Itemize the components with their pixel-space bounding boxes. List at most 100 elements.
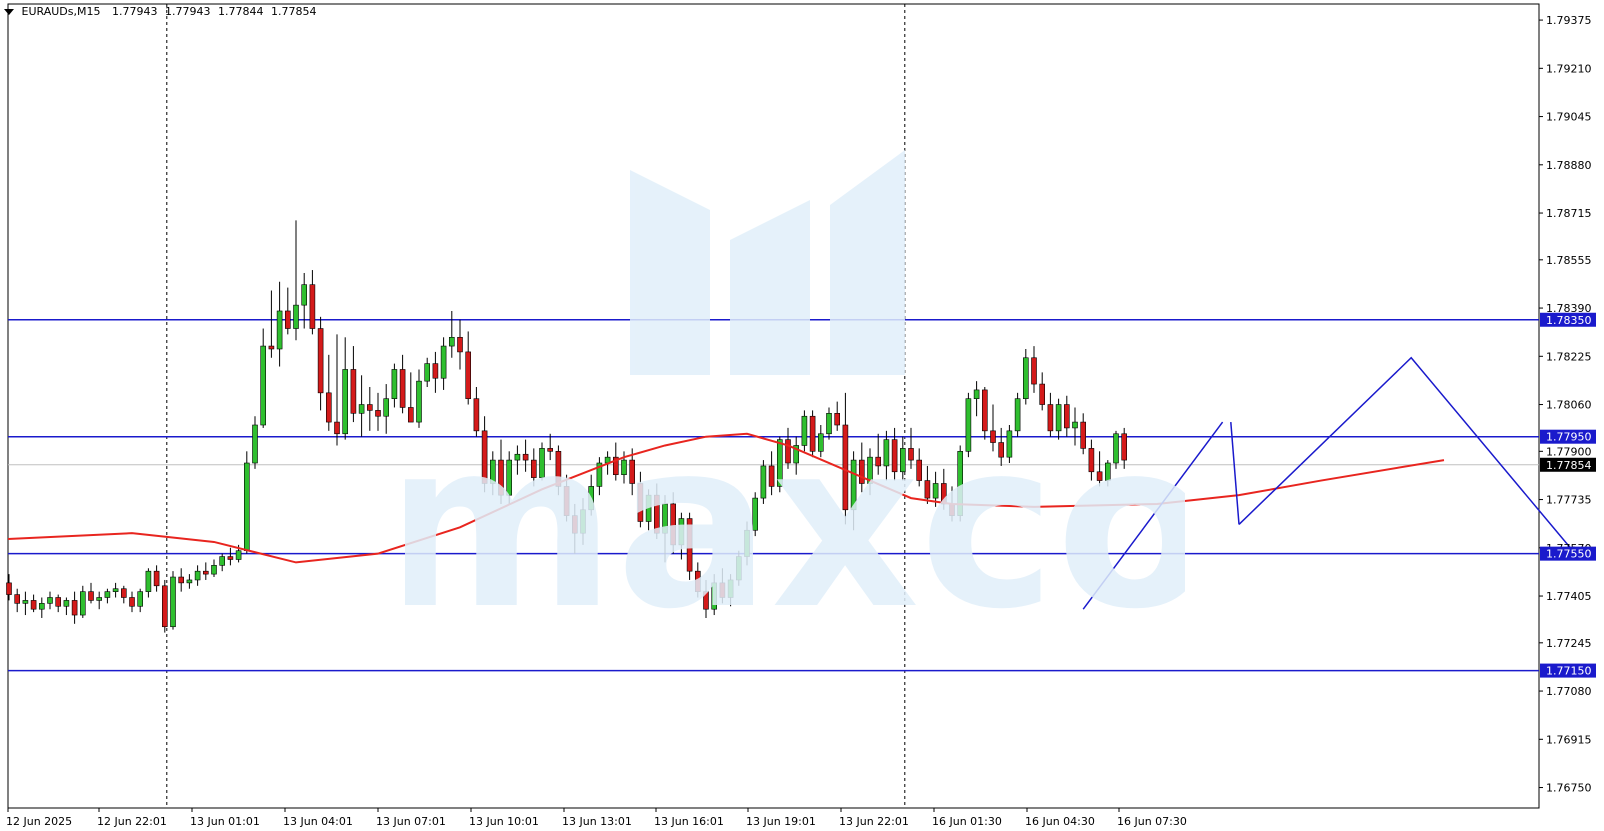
bear-candle (571, 515, 578, 534)
collapse-triangle-icon[interactable] (4, 9, 14, 15)
bull-candle (219, 556, 225, 566)
bull-candle (506, 459, 513, 496)
bull-candle (424, 363, 431, 382)
bull-candle (744, 529, 750, 557)
x-tick-label: 13 Jun 22:01 (839, 815, 909, 828)
bear-candle (949, 503, 955, 516)
bull-candle (137, 591, 143, 607)
bull-candle (383, 398, 390, 417)
bear-candle (875, 456, 882, 467)
bear-candle (940, 483, 947, 505)
bull-candle (883, 439, 890, 467)
ohlc-close: 1.77854 (270, 5, 317, 18)
bear-candle (473, 398, 480, 432)
symbol-label: EURAUDs,M15 (21, 5, 101, 18)
bull-candle (244, 462, 250, 552)
bull-candle (1072, 421, 1078, 429)
bull-candle (514, 453, 521, 461)
bull-candle (817, 433, 824, 452)
bull-candle (293, 304, 299, 329)
bear-candle (858, 459, 865, 484)
bear-candle (375, 410, 381, 417)
bear-candle (317, 328, 324, 394)
bear-candle (309, 284, 316, 329)
bear-candle (227, 556, 234, 560)
bear-candle (990, 430, 996, 443)
bull-candle (621, 459, 627, 476)
bear-candle (719, 582, 726, 598)
bear-candle (924, 480, 931, 499)
ohlc-high: 1.77943 (164, 5, 211, 18)
bear-candle (88, 591, 94, 601)
bear-candle (1047, 404, 1054, 432)
y-tick-label: 1.78060 (1546, 399, 1592, 412)
bull-candle (416, 380, 422, 423)
bull-candle (1022, 357, 1029, 399)
bull-candle (47, 597, 53, 604)
bear-candle (653, 494, 660, 534)
bear-candle (1121, 433, 1127, 461)
bear-candle (547, 448, 554, 452)
bull-candle (96, 597, 102, 601)
bull-candle (1014, 398, 1021, 432)
bear-candle (891, 439, 898, 473)
bull-candle (727, 579, 734, 598)
bear-candle (530, 459, 537, 478)
bear-candle (457, 336, 463, 353)
bull-candle (580, 509, 586, 534)
level-badge-label: 1.78350 (1546, 314, 1592, 327)
bull-candle (662, 503, 668, 534)
x-tick-label: 13 Jun 07:01 (376, 815, 446, 828)
bear-candle (6, 582, 12, 595)
bear-candle (1031, 357, 1037, 385)
bear-candle (325, 392, 332, 423)
bear-candle (1096, 471, 1103, 481)
y-tick-label: 1.76750 (1546, 782, 1592, 795)
y-tick-label: 1.79045 (1546, 111, 1592, 124)
bull-candle (391, 369, 398, 399)
bear-candle (178, 576, 184, 584)
bull-candle (145, 570, 152, 592)
bull-candle (358, 404, 365, 414)
bull-candle (38, 603, 45, 610)
x-tick-label: 12 Jun 2025 (6, 815, 72, 828)
bull-candle (1055, 404, 1062, 432)
bear-candle (121, 588, 127, 598)
bull-candle (440, 345, 447, 379)
bear-candle (1039, 383, 1045, 405)
bull-candle (235, 550, 242, 560)
y-tick-label: 1.77245 (1546, 637, 1592, 650)
bull-candle (301, 284, 308, 306)
bull-candle (194, 570, 201, 581)
bear-candle (637, 483, 644, 522)
bear-candle (981, 389, 988, 432)
bull-candle (276, 310, 283, 350)
x-tick-label: 13 Jun 04:01 (283, 815, 353, 828)
bear-candle (407, 407, 414, 423)
x-tick-label: 13 Jun 10:01 (469, 815, 539, 828)
bear-candle (162, 585, 168, 628)
bull-candle (1105, 462, 1111, 481)
bear-candle (834, 413, 841, 426)
bear-candle (350, 369, 357, 414)
price-chart[interactable]: 1.79375 1.79210 1.79045 1.78880 1.78715 1.785… (0, 0, 1604, 831)
bull-candle (1113, 433, 1119, 464)
x-tick-label: 12 Jun 22:01 (97, 815, 167, 828)
bull-candle (170, 576, 176, 628)
bull-candle (645, 494, 652, 522)
x-tick-label: 16 Jun 01:30 (932, 815, 1002, 828)
bull-candle (776, 439, 783, 487)
y-tick-label: 1.77900 (1546, 445, 1592, 458)
bull-candle (448, 336, 455, 347)
bull-candle (678, 518, 685, 546)
bear-candle (268, 345, 275, 350)
bear-candle (1064, 404, 1070, 429)
bull-candle (342, 369, 349, 435)
bull-candle (539, 448, 545, 478)
x-tick-label: 13 Jun 13:01 (562, 815, 632, 828)
bear-candle (71, 600, 78, 616)
bull-candle (63, 600, 70, 607)
bear-candle (399, 369, 406, 408)
ohlc-low: 1.77844 (217, 5, 264, 18)
bull-candle (973, 389, 980, 399)
